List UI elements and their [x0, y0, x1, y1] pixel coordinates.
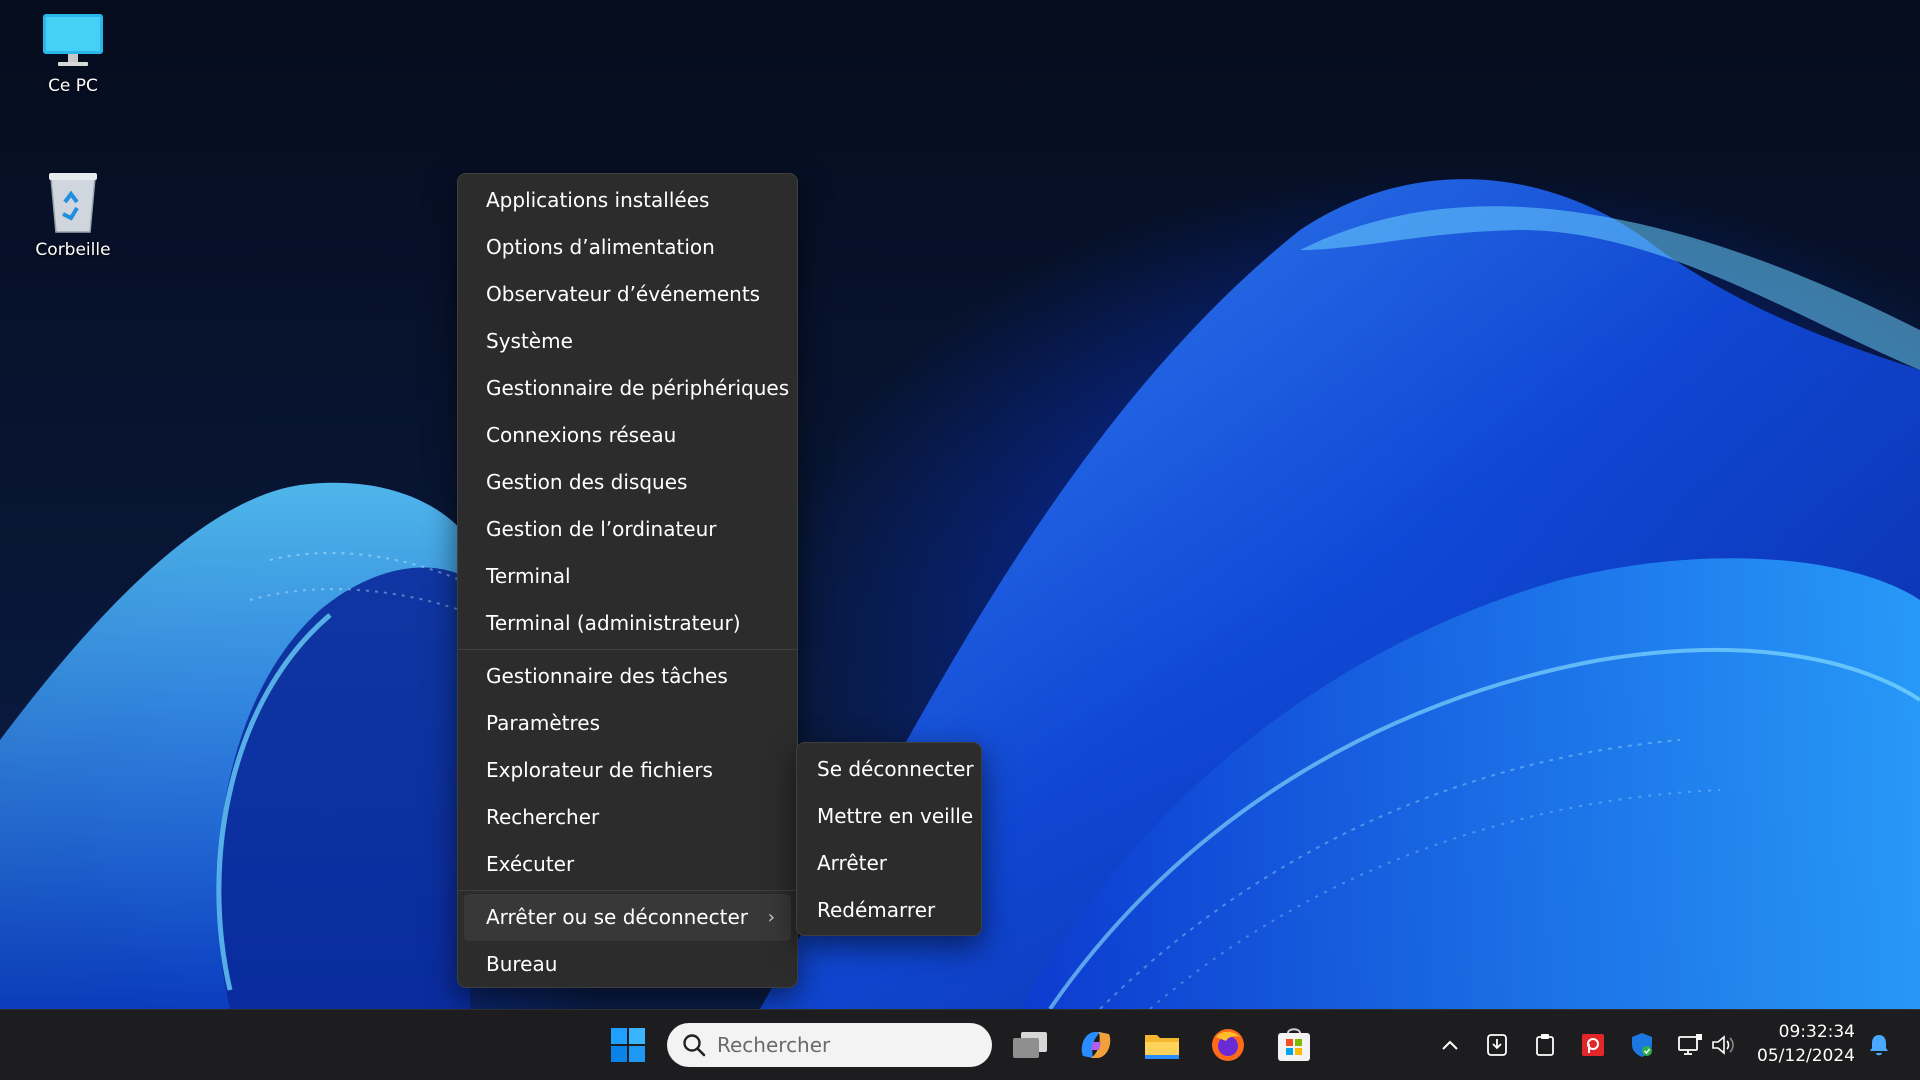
search-placeholder: Rechercher: [717, 1033, 831, 1057]
tray-pdf-app-button[interactable]: [1580, 1032, 1606, 1058]
tray-download-button[interactable]: [1484, 1032, 1510, 1058]
menu-item-computer-management[interactable]: Gestion de l’ordinateur: [464, 506, 791, 553]
pdf-app-icon: [1582, 1034, 1604, 1056]
microsoft-store-button[interactable]: [1272, 1023, 1316, 1067]
submenu-item-sleep[interactable]: Mettre en veille: [803, 793, 975, 840]
file-explorer-button[interactable]: [1140, 1023, 1184, 1067]
desktop-icon-label: Ce PC: [48, 76, 98, 96]
menu-item-run[interactable]: Exécuter: [464, 841, 791, 888]
notifications-button[interactable]: [1866, 1032, 1892, 1058]
desktop-icon-label: Corbeille: [35, 240, 111, 260]
task-view-icon: [1013, 1032, 1047, 1058]
taskbar: Rechercher 09:32:34 05/12/2024: [0, 1009, 1920, 1080]
clock-date: 05/12/2024: [1757, 1046, 1855, 1066]
menu-item-search[interactable]: Rechercher: [464, 794, 791, 841]
volume-icon: [1712, 1035, 1734, 1055]
file-explorer-icon: [1145, 1035, 1179, 1059]
firefox-button[interactable]: [1206, 1023, 1250, 1067]
start-button[interactable]: [606, 1023, 650, 1067]
microsoft-store-icon: [1278, 1028, 1310, 1061]
copilot-icon: [1081, 1032, 1111, 1058]
firefox-icon: [1212, 1029, 1244, 1061]
submenu-item-restart[interactable]: Redémarrer: [803, 887, 975, 934]
menu-item-file-explorer[interactable]: Explorateur de fichiers: [464, 747, 791, 794]
start-icon: [611, 1028, 645, 1062]
menu-item-network-connections[interactable]: Connexions réseau: [464, 412, 791, 459]
tray-clipboard-button[interactable]: [1532, 1032, 1558, 1058]
chevron-up-icon: [1442, 1040, 1458, 1050]
menu-item-shutdown-or-signout[interactable]: Arrêter ou se déconnecter ›: [464, 894, 791, 941]
search-icon: [683, 1034, 706, 1057]
recycle-bin-icon: [49, 173, 97, 233]
menu-item-device-manager[interactable]: Gestionnaire de périphériques: [464, 365, 791, 412]
menu-separator: [458, 890, 797, 891]
computer-icon: [43, 14, 103, 66]
menu-item-settings[interactable]: Paramètres: [464, 700, 791, 747]
tray-network-button[interactable]: [1677, 1032, 1703, 1058]
desktop-icon-this-pc[interactable]: Ce PC: [18, 12, 128, 96]
windows-security-icon: [1632, 1033, 1652, 1057]
show-hidden-icons-button[interactable]: [1437, 1032, 1463, 1058]
menu-item-installed-apps[interactable]: Applications installées: [464, 177, 791, 224]
menu-item-task-manager[interactable]: Gestionnaire des tâches: [464, 653, 791, 700]
taskbar-clock[interactable]: 09:32:34 05/12/2024: [1745, 1020, 1855, 1068]
shutdown-submenu: Se déconnecter Mettre en veille Arrêter …: [796, 742, 982, 936]
network-icon: [1678, 1034, 1702, 1055]
chevron-right-icon: ›: [767, 907, 775, 928]
menu-item-power-options[interactable]: Options d’alimentation: [464, 224, 791, 271]
task-view-button[interactable]: [1008, 1023, 1052, 1067]
submenu-item-shut-down[interactable]: Arrêter: [803, 840, 975, 887]
submenu-item-sign-out[interactable]: Se déconnecter: [803, 746, 975, 793]
menu-item-terminal-admin[interactable]: Terminal (administrateur): [464, 600, 791, 647]
menu-item-terminal[interactable]: Terminal: [464, 553, 791, 600]
clock-time: 09:32:34: [1778, 1022, 1855, 1042]
clipboard-icon: [1536, 1034, 1554, 1056]
winx-context-menu: Applications installées Options d’alimen…: [457, 173, 798, 988]
menu-item-disk-management[interactable]: Gestion des disques: [464, 459, 791, 506]
tray-security-button[interactable]: [1629, 1032, 1655, 1058]
menu-item-event-viewer[interactable]: Observateur d’événements: [464, 271, 791, 318]
notification-bell-icon: [1870, 1035, 1888, 1056]
taskbar-search[interactable]: Rechercher: [667, 1023, 992, 1067]
download-icon: [1487, 1034, 1507, 1056]
menu-item-system[interactable]: Système: [464, 318, 791, 365]
desktop-icon-recycle-bin[interactable]: Corbeille: [18, 168, 128, 260]
copilot-button[interactable]: [1074, 1023, 1118, 1067]
menu-separator: [458, 649, 797, 650]
tray-volume-button[interactable]: [1710, 1032, 1736, 1058]
menu-item-desktop[interactable]: Bureau: [464, 941, 791, 988]
menu-item-label: Arrêter ou se déconnecter: [486, 905, 748, 929]
